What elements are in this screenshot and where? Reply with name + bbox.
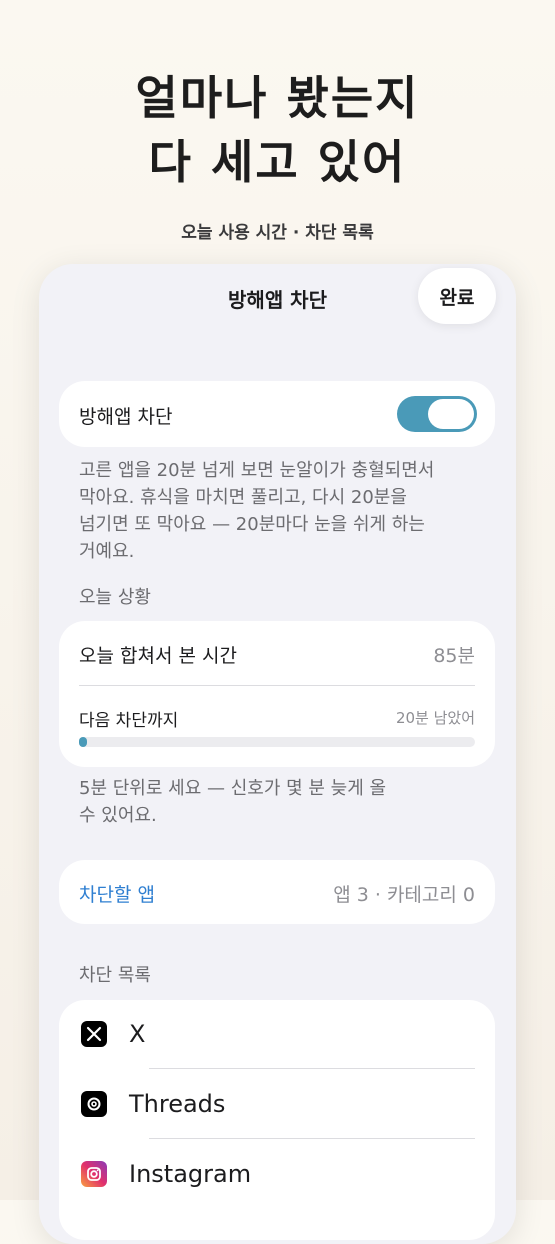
app-name: Threads xyxy=(129,1090,226,1118)
block-list-section-title: 차단 목록 xyxy=(79,965,151,986)
row-divider xyxy=(79,685,475,686)
hero-title-line1: 얼마나 봤는지 xyxy=(135,71,420,125)
next-block-label: 다음 차단까지 xyxy=(79,711,179,731)
total-time-label: 오늘 합쳐서 본 시간 xyxy=(79,645,237,667)
toggle-knob xyxy=(428,399,474,429)
block-list-card: X Threads Instagram xyxy=(59,1000,495,1240)
description-line: 고른 앱을 20분 넘게 보면 눈알이가 충혈되면서 xyxy=(79,460,435,481)
blocker-toggle-label: 방해앱 차단 xyxy=(79,406,173,428)
blocker-toggle-card: 방해앱 차단 xyxy=(59,381,495,447)
today-note: 5분 단위로 세요 — 신호가 몇 분 늦게 올 수 있어요. xyxy=(79,775,439,829)
x-logo-icon xyxy=(81,1021,107,1047)
apps-to-block-summary: 앱 3 · 카테고리 0 xyxy=(333,884,475,906)
apps-to-block-row[interactable]: 차단할 앱 앱 3 · 카테고리 0 xyxy=(59,860,495,924)
row-divider xyxy=(149,1068,475,1069)
blocker-toggle[interactable] xyxy=(397,396,477,432)
hero-subtitle: 오늘 사용 시간 · 차단 목록 xyxy=(181,223,374,243)
settings-sheet: 방해앱 차단 완료 방해앱 차단 고른 앱을 20분 넘게 보면 눈알이가 충혈… xyxy=(39,264,516,1244)
next-block-progress-fill xyxy=(79,737,87,747)
description-line: 막아요. 휴식을 마치면 풀리고, 다시 20분을 xyxy=(79,487,407,508)
description-line: 거예요. xyxy=(79,541,135,562)
total-time-value: 85분 xyxy=(433,645,475,667)
note-line: 수 있어요. xyxy=(79,805,157,826)
blocker-description: 고른 앱을 20분 넘게 보면 눈알이가 충혈되면서 막아요. 휴식을 마치면 … xyxy=(79,457,489,565)
app-name: Instagram xyxy=(129,1160,252,1188)
instagram-logo-icon xyxy=(81,1161,107,1187)
app-name: X xyxy=(129,1020,146,1048)
today-section-title: 오늘 상황 xyxy=(79,587,151,608)
hero-title: 얼마나 봤는지 다 세고 있어 xyxy=(0,66,555,194)
done-button[interactable]: 완료 xyxy=(418,268,496,324)
next-block-progress xyxy=(79,737,475,747)
today-status-card: 오늘 합쳐서 본 시간 85분 다음 차단까지 20분 남았어 xyxy=(59,621,495,767)
threads-logo-icon xyxy=(81,1091,107,1117)
note-line: 5분 단위로 세요 — 신호가 몇 분 늦게 올 xyxy=(79,778,387,799)
hero-title-line2: 다 세고 있어 xyxy=(148,135,407,189)
apps-to-block-label: 차단할 앱 xyxy=(79,884,155,906)
row-divider xyxy=(149,1138,475,1139)
next-block-value: 20분 남았어 xyxy=(395,709,475,727)
description-line: 넘기면 또 막아요 — 20분마다 눈을 쉬게 하는 xyxy=(79,514,425,535)
